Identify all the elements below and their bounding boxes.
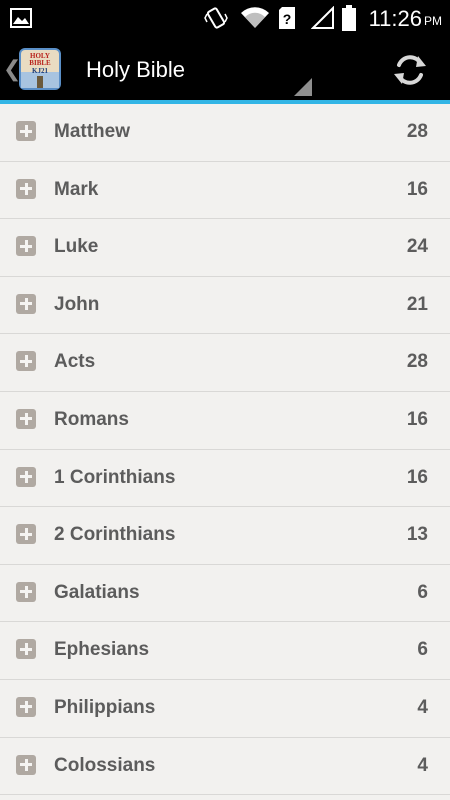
- status-time: 11:26: [368, 6, 422, 31]
- chapter-count: 6: [417, 581, 428, 603]
- book-name: 1 Corinthians: [54, 466, 176, 488]
- book-name: 2 Corinthians: [54, 524, 176, 546]
- svg-text:?: ?: [283, 11, 292, 27]
- chapter-count: 16: [406, 178, 428, 200]
- book-row[interactable]: Matthew 28: [0, 104, 450, 162]
- book-row[interactable]: John 21: [0, 277, 450, 335]
- chapter-count: 24: [406, 236, 428, 258]
- expand-plus-icon[interactable]: [16, 639, 36, 660]
- book-row[interactable]: Romans 16: [0, 392, 450, 450]
- book-name: Romans: [54, 408, 129, 430]
- expand-plus-icon[interactable]: [16, 178, 36, 199]
- signal-icon: [311, 6, 334, 29]
- expand-plus-icon[interactable]: [16, 696, 36, 717]
- dropdown-indicator-icon[interactable]: [294, 78, 312, 96]
- app-logo-icon[interactable]: HOLY BIBLE KJ21: [19, 48, 61, 90]
- book-row[interactable]: Philippians 4: [0, 680, 450, 738]
- expand-plus-icon[interactable]: [16, 293, 36, 314]
- vibrate-icon: [204, 7, 228, 29]
- book-name: Mark: [54, 178, 99, 200]
- chapter-count: 16: [406, 408, 428, 430]
- book-name: Luke: [54, 236, 99, 258]
- book-name: Galatians: [54, 581, 140, 603]
- chapter-count: 21: [406, 293, 428, 315]
- chapter-count: 13: [406, 524, 428, 546]
- book-row[interactable]: Acts 28: [0, 334, 450, 392]
- book-row[interactable]: Luke 24: [0, 219, 450, 277]
- action-bar: [0, 36, 450, 100]
- expand-plus-icon[interactable]: [16, 754, 36, 775]
- status-bar: ? 11:26 PM: [0, 0, 450, 36]
- expand-plus-icon[interactable]: [16, 121, 36, 141]
- book-row[interactable]: Colossians 4: [0, 738, 450, 796]
- gallery-icon: [10, 8, 32, 28]
- book-row[interactable]: Ephesians 6: [0, 622, 450, 680]
- chapter-count: 28: [406, 121, 428, 142]
- book-name: Ephesians: [54, 639, 150, 661]
- expand-plus-icon[interactable]: [16, 466, 36, 487]
- expand-plus-icon[interactable]: [16, 524, 36, 545]
- expand-plus-icon[interactable]: [16, 581, 36, 602]
- chapter-count: 16: [406, 466, 428, 488]
- chapter-count: 28: [406, 351, 428, 373]
- chapter-count: 4: [417, 754, 428, 776]
- wifi-icon: [241, 7, 269, 28]
- app-logo-text-2: BIBLE: [29, 59, 51, 67]
- app-logo-text-3: KJ21: [32, 67, 48, 75]
- chapter-count: 4: [417, 696, 428, 718]
- book-row[interactable]: Galatians 6: [0, 565, 450, 623]
- book-name: Acts: [54, 351, 96, 373]
- book-name: Colossians: [54, 754, 156, 776]
- book-name: John: [54, 293, 100, 315]
- expand-plus-icon[interactable]: [16, 351, 36, 372]
- book-row[interactable]: 1 Corinthians 16: [0, 450, 450, 508]
- chapter-count: 6: [417, 639, 428, 661]
- expand-plus-icon[interactable]: [16, 408, 36, 429]
- battery-icon: [342, 5, 356, 31]
- app-title[interactable]: Holy Bible: [86, 57, 185, 83]
- status-ampm: PM: [424, 14, 442, 28]
- expand-plus-icon[interactable]: [16, 236, 36, 257]
- book-name: Philippians: [54, 696, 156, 718]
- book-row[interactable]: Mark 16: [0, 162, 450, 220]
- book-row[interactable]: 2 Corinthians 13: [0, 507, 450, 565]
- sim-unknown-icon: ?: [279, 7, 295, 29]
- book-list: Matthew 28 Mark 16 Luke 24 John 21 Acts 28 Romans 1…: [0, 104, 450, 796]
- book-name: Matthew: [54, 121, 130, 142]
- refresh-button[interactable]: [388, 48, 432, 92]
